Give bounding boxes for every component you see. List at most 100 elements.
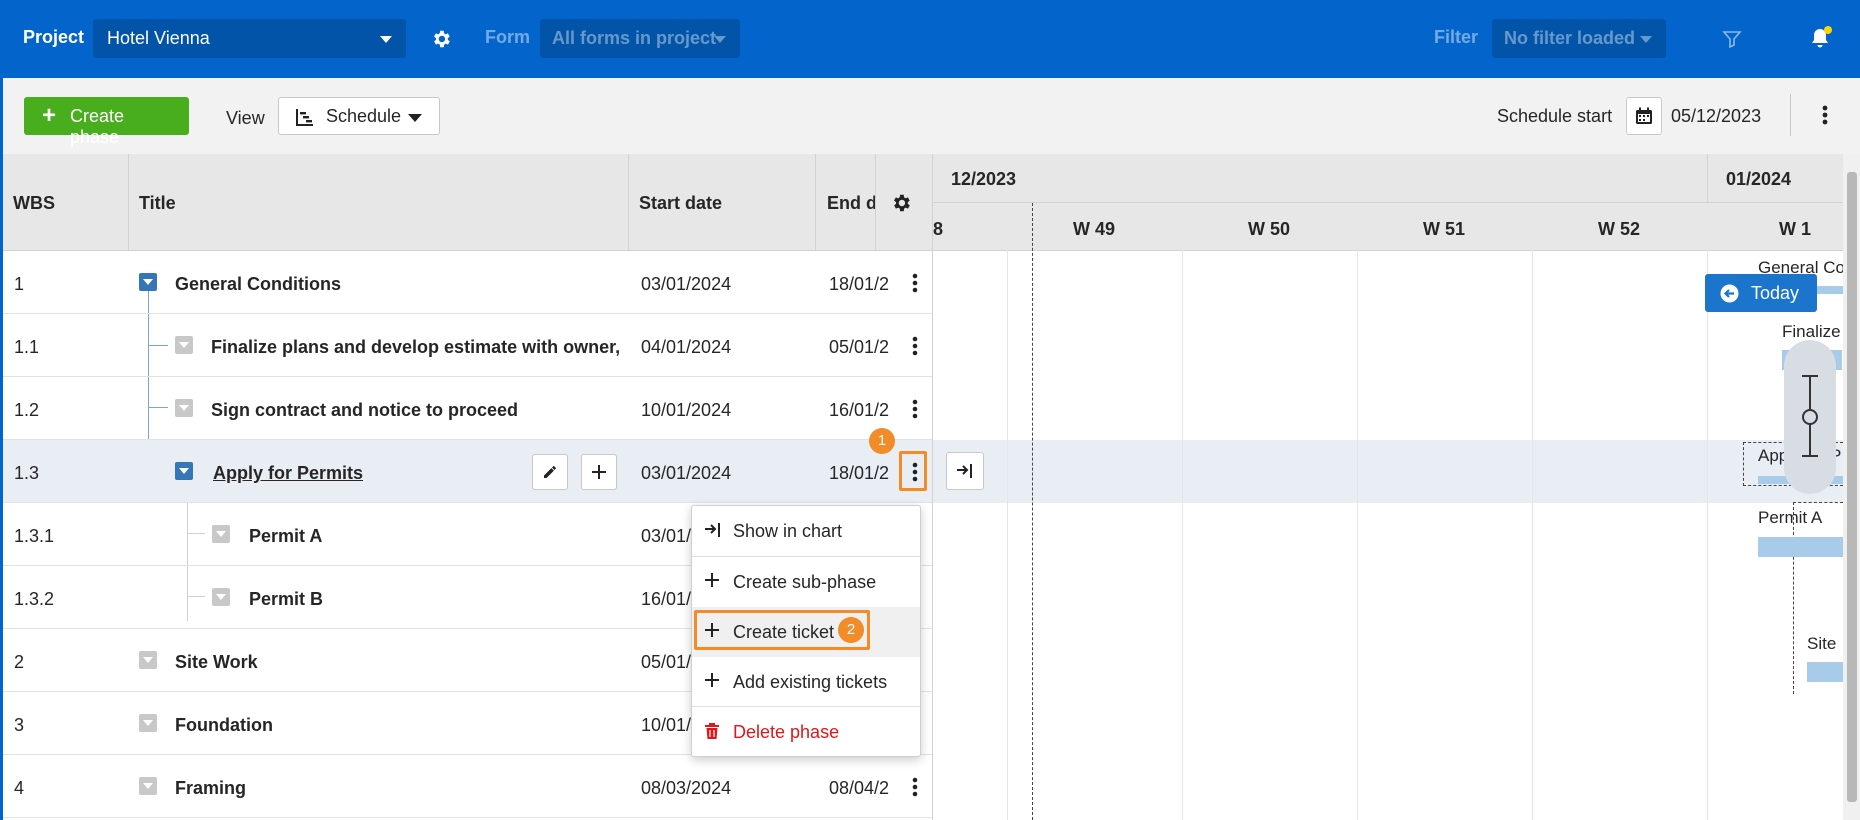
column-settings-gear-icon[interactable]: [890, 192, 912, 214]
schedule-icon: [296, 109, 313, 126]
menu-item-label: Show in chart: [733, 521, 843, 541]
start-date-cell: 04/01/2024: [641, 337, 732, 357]
table-row[interactable]: 1 General Conditions 03/01/2024 18/01/2: [3, 251, 935, 314]
add-sub-phase-button[interactable]: [581, 454, 617, 490]
notification-dot: [1824, 26, 1832, 34]
gantt-bar[interactable]: [1758, 537, 1848, 557]
week-label: 8: [933, 219, 944, 239]
wbs-cell: 2: [14, 652, 25, 672]
column-header-end-date[interactable]: End da: [827, 193, 875, 214]
filter-select[interactable]: No filter loaded: [1492, 19, 1666, 58]
collapse-toggle-icon[interactable]: [212, 525, 230, 543]
menu-item-label: Delete phase: [733, 722, 840, 742]
wbs-cell: 1.1: [14, 337, 40, 357]
bell-icon[interactable]: [1807, 25, 1833, 51]
phase-title[interactable]: General Conditions: [175, 274, 341, 295]
column-header-wbs[interactable]: WBS: [13, 193, 55, 214]
phase-title[interactable]: Foundation: [175, 715, 273, 736]
collapse-toggle-icon[interactable]: [175, 399, 193, 417]
week-gridline: [1182, 203, 1183, 820]
gantt-bar-label: Permit A: [1758, 508, 1823, 527]
view-label: View: [226, 108, 265, 128]
phase-title[interactable]: Apply for Permits: [213, 463, 363, 484]
toolbar-divider: [1790, 94, 1791, 136]
phase-title[interactable]: Site Work: [175, 652, 258, 673]
wbs-cell: 1.3.1: [14, 526, 55, 546]
phase-context-menu: Show in chart Create sub-phase Create ti…: [691, 505, 921, 757]
week-label: W 49: [1073, 219, 1116, 239]
plus-icon: [705, 673, 719, 687]
phase-title[interactable]: Framing: [175, 778, 246, 799]
table-row[interactable]: 1.2 Sign contract and notice to proceed …: [3, 377, 935, 440]
zoom-track-cap: [1802, 455, 1818, 457]
gantt-month-header: 12/2023 01/2024: [933, 154, 1860, 203]
week-label: W 52: [1598, 219, 1641, 239]
collapse-toggle-icon[interactable]: [212, 588, 230, 606]
end-date-cell: 16/01/2: [829, 400, 890, 420]
project-select[interactable]: Hotel Vienna: [93, 19, 406, 58]
column-header-title[interactable]: Title: [139, 193, 176, 214]
phase-title[interactable]: Finalize plans and develop estimate with…: [211, 337, 623, 358]
filter-icon[interactable]: [1722, 29, 1742, 49]
pencil-icon: [544, 466, 556, 478]
gantt-week-header: 8 W 49 W 50 W 51 W 52 W 1: [933, 203, 1860, 251]
trash-icon: [705, 723, 719, 739]
start-date-cell: 05/01/: [641, 652, 692, 672]
week-gridline: [1357, 203, 1358, 820]
column-header-start-date[interactable]: Start date: [639, 193, 722, 214]
table-row[interactable]: 4 Framing 08/03/2024 08/04/2: [3, 755, 935, 818]
gantt-bar-label: Site: [1807, 634, 1837, 653]
table-row[interactable]: 1.1 Finalize plans and develop estimate …: [3, 314, 935, 377]
view-select[interactable]: Schedule: [278, 97, 440, 135]
wbs-cell: 4: [14, 778, 25, 798]
schedule-start-value[interactable]: 05/12/2023: [1671, 106, 1761, 127]
row-menu-icon[interactable]: [908, 332, 922, 360]
wbs-cell: 1.2: [14, 400, 40, 420]
row-menu-icon[interactable]: [908, 269, 922, 297]
calendar-icon: [1636, 107, 1652, 124]
gear-icon[interactable]: [430, 28, 452, 50]
phase-title[interactable]: Sign contract and notice to proceed: [211, 400, 518, 421]
plus-icon: [705, 573, 719, 587]
selected-row-band: [933, 440, 1860, 503]
arrow-left-circle-icon: [1720, 284, 1739, 303]
vertical-scrollbar[interactable]: [1843, 154, 1860, 820]
menu-item-show-in-chart[interactable]: Show in chart: [692, 506, 920, 556]
create-phase-button[interactable]: + Create phase: [24, 97, 189, 147]
zoom-handle[interactable]: [1802, 409, 1818, 425]
collapse-toggle-icon[interactable]: [175, 336, 193, 354]
collapse-toggle-icon[interactable]: [139, 651, 157, 669]
column-divider: [875, 154, 876, 251]
zoom-slider[interactable]: [1784, 340, 1836, 494]
more-vertical-icon[interactable]: [1815, 100, 1835, 130]
menu-item-add-existing-tickets[interactable]: Add existing tickets: [692, 657, 920, 707]
phase-title[interactable]: Permit B: [249, 589, 323, 610]
menu-item-delete-phase[interactable]: Delete phase: [692, 707, 920, 757]
gantt-bar[interactable]: [1807, 662, 1847, 682]
end-date-cell: 05/01/2: [829, 337, 890, 357]
phase-title[interactable]: Permit A: [249, 526, 322, 547]
collapse-toggle-icon[interactable]: [139, 777, 157, 795]
calendar-button[interactable]: [1626, 97, 1662, 135]
toolbar: + Create phase View Schedule Schedule st…: [0, 78, 1860, 154]
scrollbar-thumb[interactable]: [1847, 172, 1857, 802]
start-date-cell: 16/01/: [641, 589, 692, 609]
end-date-cell: 18/01/2: [829, 463, 890, 483]
menu-item-create-ticket[interactable]: Create ticket 2: [692, 607, 920, 657]
edit-phase-button[interactable]: [532, 454, 568, 490]
table-row-selected[interactable]: 1.3 Apply for Permits 03/01/2024 18/01/2…: [3, 428, 935, 503]
top-bar: Project Hotel Vienna Form All forms in p…: [0, 0, 1860, 78]
form-select[interactable]: All forms in project: [540, 19, 740, 58]
menu-item-create-sub-phase[interactable]: Create sub-phase: [692, 557, 920, 607]
show-in-chart-button[interactable]: [946, 452, 984, 490]
today-button[interactable]: Today: [1705, 274, 1817, 312]
schedule-start-label: Schedule start: [1497, 106, 1613, 126]
collapse-toggle-icon[interactable]: [139, 273, 157, 291]
project-select-value: Hotel Vienna: [107, 28, 210, 48]
end-date-cell: 18/01/2: [829, 274, 890, 294]
row-menu-icon[interactable]: [908, 773, 922, 801]
collapse-toggle-icon[interactable]: [139, 714, 157, 732]
start-date-cell: 03/01/2024: [641, 274, 732, 294]
row-menu-icon[interactable]: [908, 395, 922, 423]
collapse-toggle-icon[interactable]: [175, 462, 193, 480]
